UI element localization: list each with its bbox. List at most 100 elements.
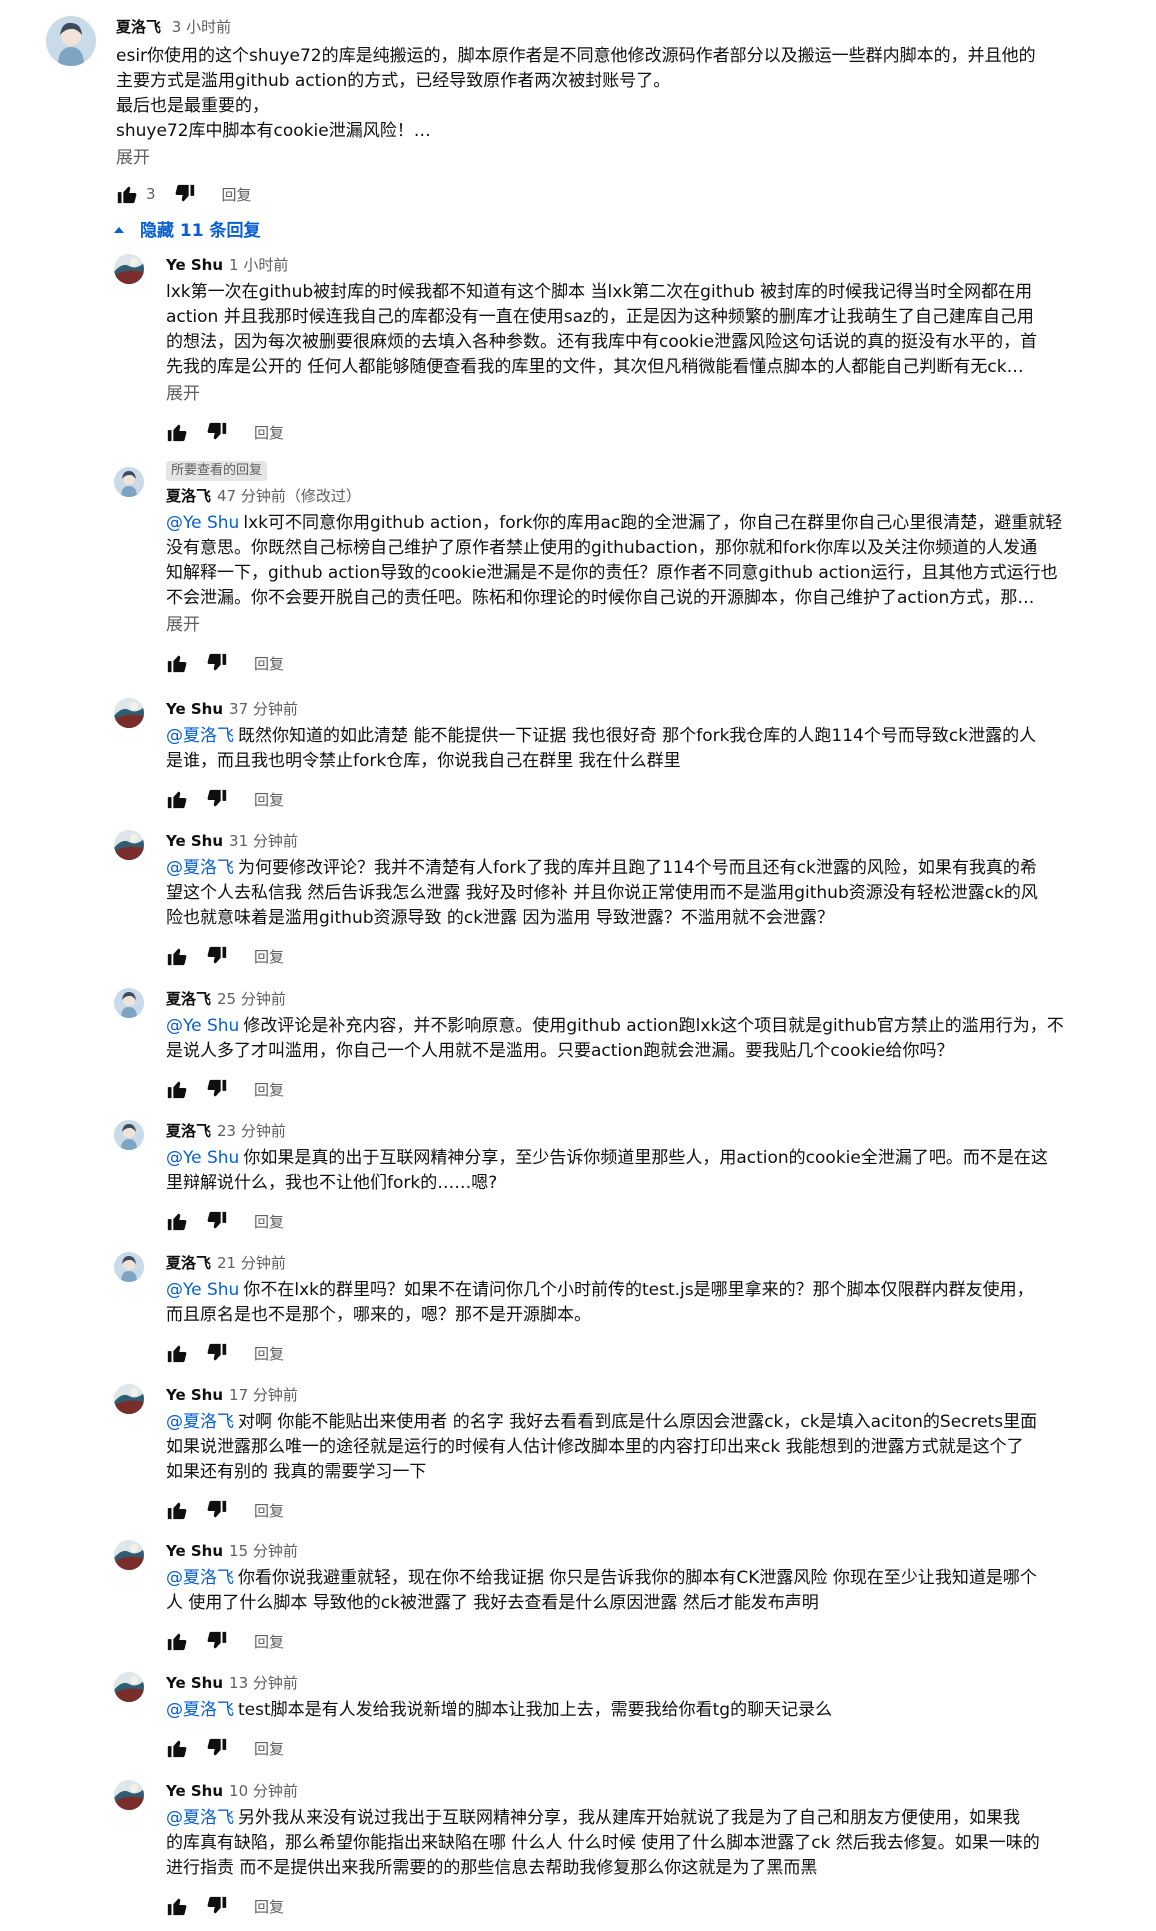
comment-time[interactable]: 15 分钟前 [229,1542,298,1560]
comment-line-text: 人 使用了什么脚本 导致他的ck被泄露了 我好去查看是什么原因泄露 然后才能发布… [166,1593,819,1613]
thumbs-down-icon[interactable] [206,1630,228,1652]
avatar[interactable] [114,988,144,1018]
expand-link[interactable]: 展开 [166,382,1126,407]
comment-time[interactable]: 3 小时前 [172,18,231,36]
thumbs-down-icon[interactable] [206,1895,228,1917]
comment-time[interactable]: 25 分钟前 [217,990,286,1008]
comment-time[interactable]: 23 分钟前 [217,1122,286,1140]
comment-actions: 回复 [166,1891,1126,1921]
avatar[interactable] [46,16,96,66]
thumbs-down-icon[interactable] [206,1737,228,1759]
expand-link[interactable]: 展开 [166,613,1126,638]
comment-line: @夏洛飞 既然你知道的如此清楚 能不能提供一下证据 我也很好奇 那个fork我仓库… [166,724,1116,749]
expand-link[interactable]: 展开 [116,146,1116,171]
avatar[interactable] [114,1252,144,1282]
avatar[interactable] [114,254,144,284]
comment-author[interactable]: 夏洛飞 [166,1122,211,1140]
thumbs-up-icon[interactable] [166,1499,188,1521]
comment-author[interactable]: Ye Shu [166,256,223,274]
thumbs-down-icon[interactable] [206,1210,228,1232]
thumbs-down-icon[interactable] [206,1078,228,1100]
mention-link[interactable]: @Ye Shu [166,1148,239,1168]
comment-author[interactable]: Ye Shu [166,832,223,850]
thumbs-up-icon[interactable] [166,788,188,810]
comment-time[interactable]: 37 分钟前 [229,700,298,718]
hide-replies-button[interactable]: 隐藏 11 条回复 [112,216,261,241]
avatar[interactable] [114,698,144,728]
thumbs-down-icon[interactable] [206,421,228,443]
comment-text: @Ye Shu lxk可不同意你用github action，fork你的库用ac… [166,511,1116,611]
reply-button[interactable]: 回复 [254,1211,284,1232]
thumbs-down-icon[interactable] [206,788,228,810]
reply-button[interactable]: 回复 [254,1343,284,1364]
comment-text: @Ye Shu 你如果是真的出于互联网精神分享，至少告诉你频道里那些人，用acti… [166,1146,1116,1196]
reply-button[interactable]: 回复 [254,653,284,674]
comment-line: shuye72库中脚本有cookie泄漏风险！… [116,121,431,141]
avatar[interactable] [114,1384,144,1414]
comment-time[interactable]: 21 分钟前 [217,1254,286,1272]
like-count: 3 [146,185,156,203]
comment-author[interactable]: 夏洛飞 [166,990,211,1008]
comment-author[interactable]: Ye Shu [166,700,223,718]
mention-link[interactable]: @夏洛飞 [166,1412,234,1432]
comment-author[interactable]: 夏洛飞 [116,18,161,36]
comment-text: @夏洛飞 你看你说我避重就轻，现在你不给我证据 你只是告诉我你的脚本有CK泄露风险… [166,1566,1116,1616]
avatar[interactable] [114,1120,144,1150]
avatar[interactable] [114,1540,144,1570]
reply-button[interactable]: 回复 [254,1500,284,1521]
thumbs-down-icon[interactable] [206,1342,228,1364]
mention-link[interactable]: @Ye Shu [166,513,239,533]
thumbs-up-icon[interactable] [166,421,188,443]
thumbs-up-icon[interactable] [166,1210,188,1232]
comment-time[interactable]: 10 分钟前 [229,1782,298,1800]
comment-header: 夏洛飞 21 分钟前 [166,1252,1126,1274]
comment-time[interactable]: 1 小时前 [229,256,288,274]
reply-button[interactable]: 回复 [254,1079,284,1100]
comment-line: @夏洛飞 对啊 你能不能贴出来使用者 的名字 我好去看看到底是什么原因会泄露ck，… [166,1410,1116,1435]
thumbs-down-icon[interactable] [206,652,228,674]
comment-text: @Ye Shu 你不在lxk的群里吗？如果不在请问你几个小时前传的test.js是… [166,1278,1116,1328]
avatar[interactable] [114,1672,144,1702]
comment-author[interactable]: Ye Shu [166,1386,223,1404]
reply-button[interactable]: 回复 [254,1738,284,1759]
reply-button[interactable]: 回复 [254,1631,284,1652]
reply-button[interactable]: 回复 [254,789,284,810]
comment-time[interactable]: 17 分钟前 [229,1386,298,1404]
thumbs-up-icon[interactable] [166,1078,188,1100]
comment-author[interactable]: Ye Shu [166,1782,223,1800]
mention-link[interactable]: @夏洛飞 [166,726,234,746]
reply-button[interactable]: 回复 [222,184,252,205]
thumbs-up-icon[interactable] [166,1342,188,1364]
reply-button[interactable]: 回复 [254,1896,284,1917]
thumbs-up-icon[interactable] [166,1895,188,1917]
thumbs-up-icon[interactable] [166,1737,188,1759]
mention-link[interactable]: @Ye Shu [166,1016,239,1036]
thumbs-up-icon[interactable] [166,1630,188,1652]
mention-link[interactable]: @Ye Shu [166,1280,239,1300]
comment-author[interactable]: 夏洛飞 [166,1254,211,1272]
mention-link[interactable]: @夏洛飞 [166,1808,234,1828]
comment-author[interactable]: Ye Shu [166,1674,223,1692]
avatar[interactable] [114,1780,144,1810]
comment-actions: 回复 [166,1733,1126,1763]
thumbs-up-icon[interactable] [166,652,188,674]
mention-link[interactable]: @夏洛飞 [166,1700,234,1720]
thumbs-down-icon[interactable] [174,183,196,205]
user-avatar-icon [114,1672,144,1702]
comment-time[interactable]: 47 分钟前（修改过） [217,487,361,505]
avatar[interactable] [114,830,144,860]
thumbs-down-icon[interactable] [206,945,228,967]
comment-line-text: 如果说泄露那么唯一的途径就是运行的时候有人估计修改脚本里的内容打印出来ck 我能… [166,1437,1024,1457]
mention-link[interactable]: @夏洛飞 [166,858,234,878]
reply-button[interactable]: 回复 [254,946,284,967]
comment-author[interactable]: Ye Shu [166,1542,223,1560]
avatar[interactable] [114,467,144,497]
comment-author[interactable]: 夏洛飞 [166,487,211,505]
mention-link[interactable]: @夏洛飞 [166,1568,234,1588]
thumbs-up-icon[interactable] [116,183,138,205]
thumbs-down-icon[interactable] [206,1499,228,1521]
thumbs-up-icon[interactable] [166,945,188,967]
reply-button[interactable]: 回复 [254,422,284,443]
comment-time[interactable]: 31 分钟前 [229,832,298,850]
comment-time[interactable]: 13 分钟前 [229,1674,298,1692]
